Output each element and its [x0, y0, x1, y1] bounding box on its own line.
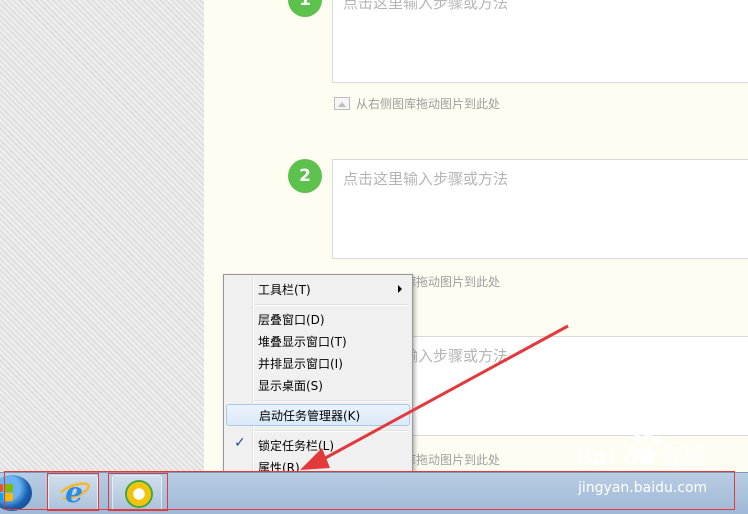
watermark-url: jingyan.baidu.com	[578, 480, 708, 496]
qq-highlight-box	[108, 473, 168, 511]
arrow-shaft	[317, 324, 569, 464]
arrow-head	[300, 448, 330, 470]
watermark-brand: Bai du 经验	[576, 446, 706, 471]
ie-highlight-box	[47, 473, 99, 511]
